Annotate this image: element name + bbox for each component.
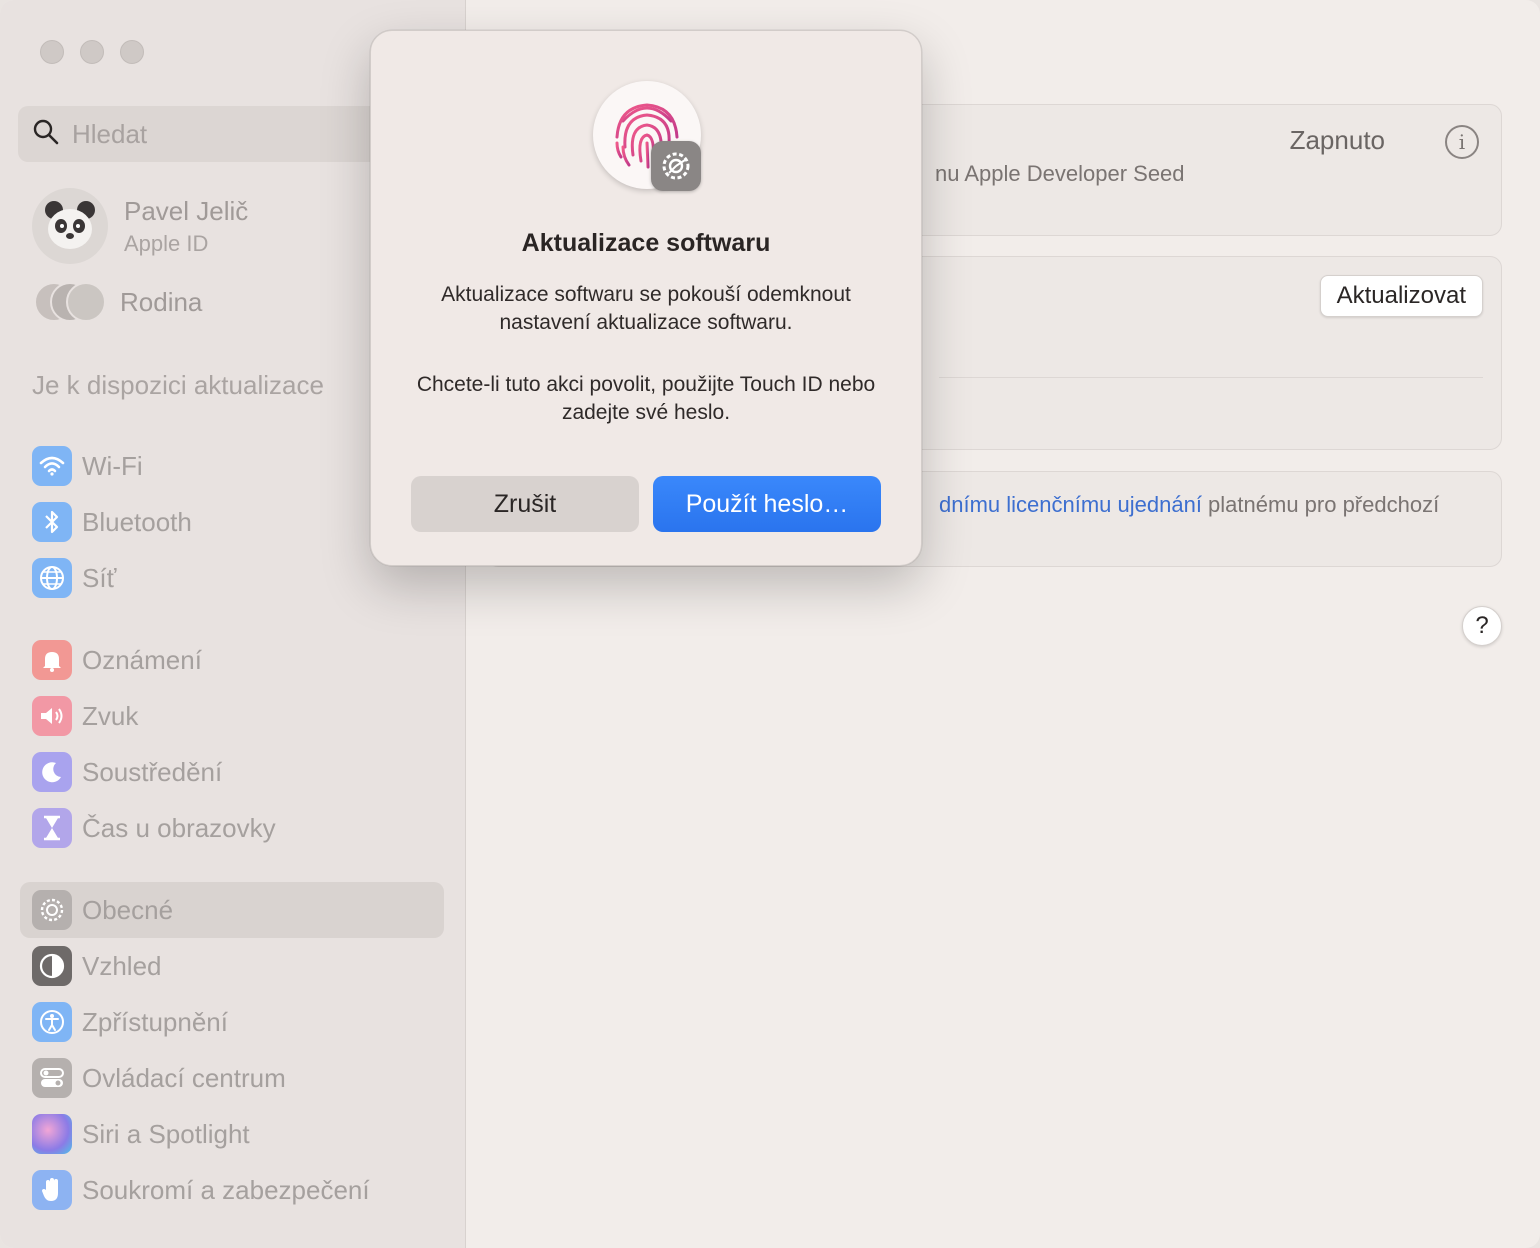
hourglass-icon (32, 808, 72, 848)
speaker-icon (32, 696, 72, 736)
sidebar-item-label: Zpřístupnění (82, 1006, 228, 1037)
dialog-title: Aktualizace softwaru (521, 229, 771, 257)
family-label: Rodina (120, 286, 203, 317)
cancel-button[interactable]: Zrušit (411, 476, 639, 532)
sidebar-item-sound[interactable]: Zvuk (20, 688, 444, 744)
license-link[interactable]: dnímu licenčnímu ujednání (939, 492, 1202, 517)
moon-icon (32, 752, 72, 792)
window-controls (40, 40, 144, 64)
update-available-label[interactable]: Je k dispozici aktualizace (32, 370, 324, 401)
accessibility-icon (32, 1002, 72, 1042)
apple-id-profile[interactable]: Pavel Jelič Apple ID (32, 188, 248, 264)
gear-icon (32, 890, 72, 930)
dialog-message-1: Aktualizace softwaru se pokouší odemknou… (441, 283, 851, 334)
sidebar-item-label: Soukromí a zabezpečení (82, 1174, 370, 1205)
sidebar-item-control-center[interactable]: Ovládací centrum (20, 1050, 444, 1106)
search-icon (32, 118, 60, 151)
system-settings-window: Hledat Pavel Jelič Apple ID Rodina Je k … (0, 0, 1540, 1248)
sidebar-item-label: Wi-Fi (82, 450, 143, 481)
touch-id-dialog: Aktualizace softwaru Aktualizace softwar… (370, 30, 922, 566)
sidebar-group-general: Obecné Vzhled Zpřístupnění Ovládací cent… (20, 882, 444, 1218)
globe-icon (32, 558, 72, 598)
sidebar-item-label: Oznámení (82, 644, 202, 675)
wifi-icon (32, 446, 72, 486)
toggles-icon (32, 1058, 72, 1098)
close-window-button[interactable] (40, 40, 64, 64)
sidebar-item-label: Bluetooth (82, 506, 192, 537)
sidebar-item-focus[interactable]: Soustředění (20, 744, 444, 800)
bluetooth-icon (32, 502, 72, 542)
search-placeholder: Hledat (72, 118, 148, 149)
beta-seed-text: nu Apple Developer Seed (935, 161, 1185, 186)
update-button[interactable]: Aktualizovat (1319, 275, 1483, 317)
dialog-message-2: Chcete-li tuto akci povolit, použijte To… (416, 373, 876, 424)
sidebar-item-label: Čas u obrazovky (82, 812, 276, 843)
siri-icon (32, 1114, 72, 1154)
beta-status-value: Zapnuto (1289, 125, 1385, 155)
sidebar-item-accessibility[interactable]: Zpřístupnění (20, 994, 444, 1050)
sidebar-item-label: Soustředění (82, 756, 223, 787)
sidebar-item-appearance[interactable]: Vzhled (20, 938, 444, 994)
sidebar-item-label: Vzhled (82, 950, 162, 981)
avatar (32, 188, 108, 264)
info-icon[interactable]: i (1445, 125, 1479, 159)
appearance-icon (32, 946, 72, 986)
sidebar-item-label: Ovládací centrum (82, 1062, 286, 1093)
family-avatars (34, 282, 106, 322)
profile-subtitle: Apple ID (124, 230, 209, 256)
settings-gear-icon (651, 141, 701, 191)
help-button[interactable]: ? (1462, 606, 1502, 646)
license-suffix: platnému pro předchozí (1201, 492, 1440, 517)
family-item[interactable]: Rodina (34, 282, 202, 322)
sidebar-item-general[interactable]: Obecné (20, 882, 444, 938)
profile-name: Pavel Jelič (124, 195, 249, 226)
use-password-button[interactable]: Použít heslo… (653, 476, 881, 532)
sidebar-item-label: Síť (82, 562, 117, 593)
license-text: dnímu licenčnímu ujednání platnému pro p… (939, 492, 1439, 518)
sidebar-item-label: Zvuk (82, 700, 139, 731)
divider (939, 377, 1483, 378)
sidebar-item-label: Obecné (82, 894, 174, 925)
panda-avatar-icon (45, 201, 95, 249)
minimize-window-button[interactable] (80, 40, 104, 64)
zoom-window-button[interactable] (120, 40, 144, 64)
sidebar-group-notifications: Oznámení Zvuk Soustředění Čas u obrazovk… (20, 632, 444, 856)
bell-icon (32, 640, 72, 680)
sidebar-item-label: Siri a Spotlight (82, 1118, 250, 1149)
hand-icon (32, 1170, 72, 1210)
sidebar-item-screen-time[interactable]: Čas u obrazovky (20, 800, 444, 856)
sidebar-item-notifications[interactable]: Oznámení (20, 632, 444, 688)
sidebar-item-siri[interactable]: Siri a Spotlight (20, 1106, 444, 1162)
sidebar-item-privacy[interactable]: Soukromí a zabezpečení (20, 1162, 444, 1218)
